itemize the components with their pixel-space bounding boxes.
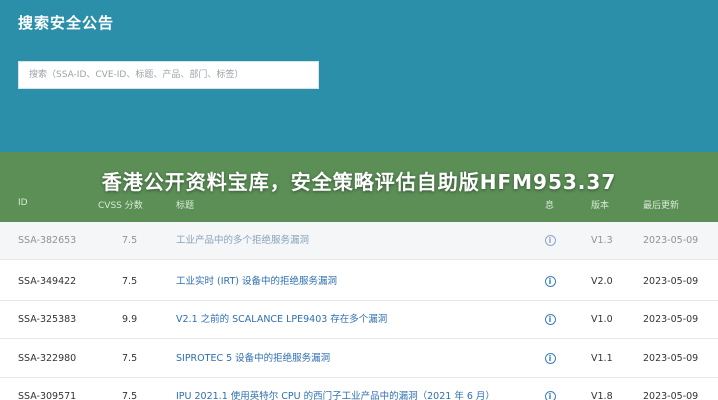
search-input[interactable] <box>19 62 318 88</box>
row-date: 2023-05-09 <box>643 235 699 246</box>
table-row[interactable]: SSA-382653 7.5 工业产品中的多个拒绝服务漏洞 i V1.3 202… <box>0 222 718 260</box>
column-header-id[interactable]: ID <box>18 198 28 208</box>
row-title-link[interactable]: IPU 2021.1 使用英特尔 CPU 的西门子工业产品中的漏洞（2021 年… <box>176 378 506 400</box>
row-cvss: 7.5 <box>122 353 138 364</box>
row-date: 2023-05-09 <box>643 391 699 400</box>
row-version: V2.0 <box>591 276 613 287</box>
row-cvss: 7.5 <box>122 391 138 400</box>
column-header-title[interactable]: 标题 <box>176 198 194 211</box>
row-version: V1.8 <box>591 391 613 400</box>
row-id: SSA-325383 <box>18 314 77 325</box>
row-date: 2023-05-09 <box>643 314 699 325</box>
column-header-info: 息 <box>545 201 555 211</box>
search-box[interactable] <box>18 61 319 89</box>
row-cvss: 7.5 <box>122 235 138 246</box>
row-cvss: 9.9 <box>122 314 138 325</box>
info-icon[interactable]: i <box>544 276 556 287</box>
table-row[interactable]: SSA-309571 7.5 IPU 2021.1 使用英特尔 CPU 的西门子… <box>0 378 718 400</box>
row-title-link[interactable]: V2.1 之前的 SCALANCE LPE9403 存在多个漏洞 <box>176 301 506 339</box>
row-id: SSA-349422 <box>18 276 77 287</box>
row-title-link[interactable]: SIPROTEC 5 设备中的拒绝服务漏洞 <box>176 340 506 378</box>
info-cell[interactable]: i <box>543 301 557 339</box>
info-cell[interactable]: i <box>543 378 557 400</box>
row-date: 2023-05-09 <box>643 353 699 364</box>
info-cell[interactable]: i <box>543 222 557 260</box>
column-header-cvss[interactable]: CVSS 分数 <box>98 198 143 211</box>
row-cvss: 7.5 <box>122 276 138 287</box>
table-row[interactable]: SSA-322980 7.5 SIPROTEC 5 设备中的拒绝服务漏洞 i V… <box>0 340 718 378</box>
row-version: V1.3 <box>591 235 613 246</box>
info-icon[interactable]: i <box>544 391 556 400</box>
table-row[interactable]: SSA-349422 7.5 工业实时 (IRT) 设备中的拒绝服务漏洞 i V… <box>0 263 718 301</box>
row-id: SSA-309571 <box>18 391 77 400</box>
row-date: 2023-05-09 <box>643 276 699 287</box>
info-icon[interactable]: i <box>544 353 556 364</box>
info-icon[interactable]: i <box>544 235 556 246</box>
info-cell[interactable]: i <box>543 340 557 378</box>
row-id: SSA-382653 <box>18 235 77 246</box>
info-icon[interactable]: i <box>544 314 556 325</box>
table-row[interactable]: SSA-325383 9.9 V2.1 之前的 SCALANCE LPE9403… <box>0 301 718 339</box>
row-id: SSA-322980 <box>18 353 77 364</box>
row-title-link[interactable]: 工业产品中的多个拒绝服务漏洞 <box>176 222 506 260</box>
row-title-link[interactable]: 工业实时 (IRT) 设备中的拒绝服务漏洞 <box>176 263 506 301</box>
column-header-date[interactable]: 最后更新 <box>643 198 679 211</box>
row-version: V1.0 <box>591 314 613 325</box>
row-version: V1.1 <box>591 353 613 364</box>
overlay-banner-title: 香港公开资料宝库，安全策略评估自助版HFM953.37 <box>101 170 617 194</box>
column-header-version[interactable]: 版本 <box>591 198 609 211</box>
page-title: 搜索安全公告 <box>18 14 115 32</box>
info-cell[interactable]: i <box>543 263 557 301</box>
header-banner: 搜索安全公告 <box>0 0 718 152</box>
